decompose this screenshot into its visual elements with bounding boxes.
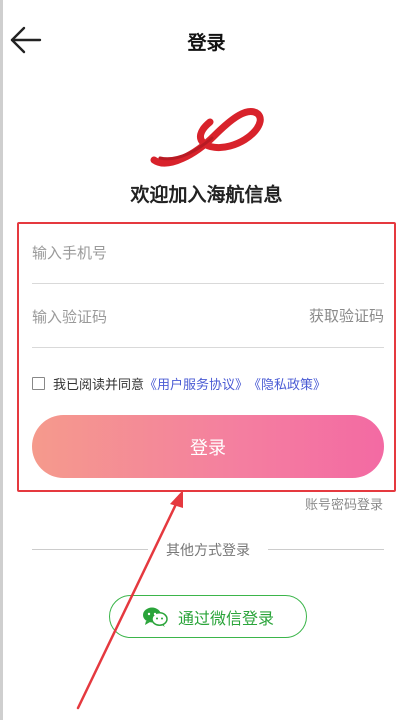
verification-code-input[interactable]: [32, 304, 272, 330]
login-button[interactable]: 登录: [32, 415, 384, 478]
agree-checkbox[interactable]: [32, 376, 45, 390]
agreement-row: 我已阅读并同意 《用户服务协议》 《隐私政策》: [32, 373, 384, 393]
privacy-policy-link[interactable]: 《隐私政策》: [248, 374, 326, 393]
wechat-login-button[interactable]: 通过微信登录: [109, 595, 307, 638]
verification-code-field: 获取验证码: [32, 300, 384, 348]
get-code-button[interactable]: 获取验证码: [309, 305, 384, 326]
page-title: 登录: [187, 32, 226, 54]
user-agreement-link[interactable]: 《用户服务协议》: [144, 374, 248, 393]
phone-input[interactable]: [32, 240, 272, 266]
divider-line-right: [268, 549, 384, 550]
wechat-login-label: 通过微信登录: [177, 608, 274, 628]
left-edge-border: [0, 0, 3, 720]
wechat-icon: [142, 607, 168, 627]
phone-field: [32, 236, 384, 284]
other-methods-label: 其他方式登录: [166, 543, 250, 559]
header: 登录: [0, 0, 413, 80]
other-methods-divider: 其他方式登录: [32, 540, 384, 560]
agree-text: 我已阅读并同意: [53, 377, 145, 393]
account-password-login-link[interactable]: 账号密码登录: [305, 494, 383, 513]
brand-logo: [150, 108, 264, 167]
welcome-text: 欢迎加入海航信息: [130, 184, 283, 206]
